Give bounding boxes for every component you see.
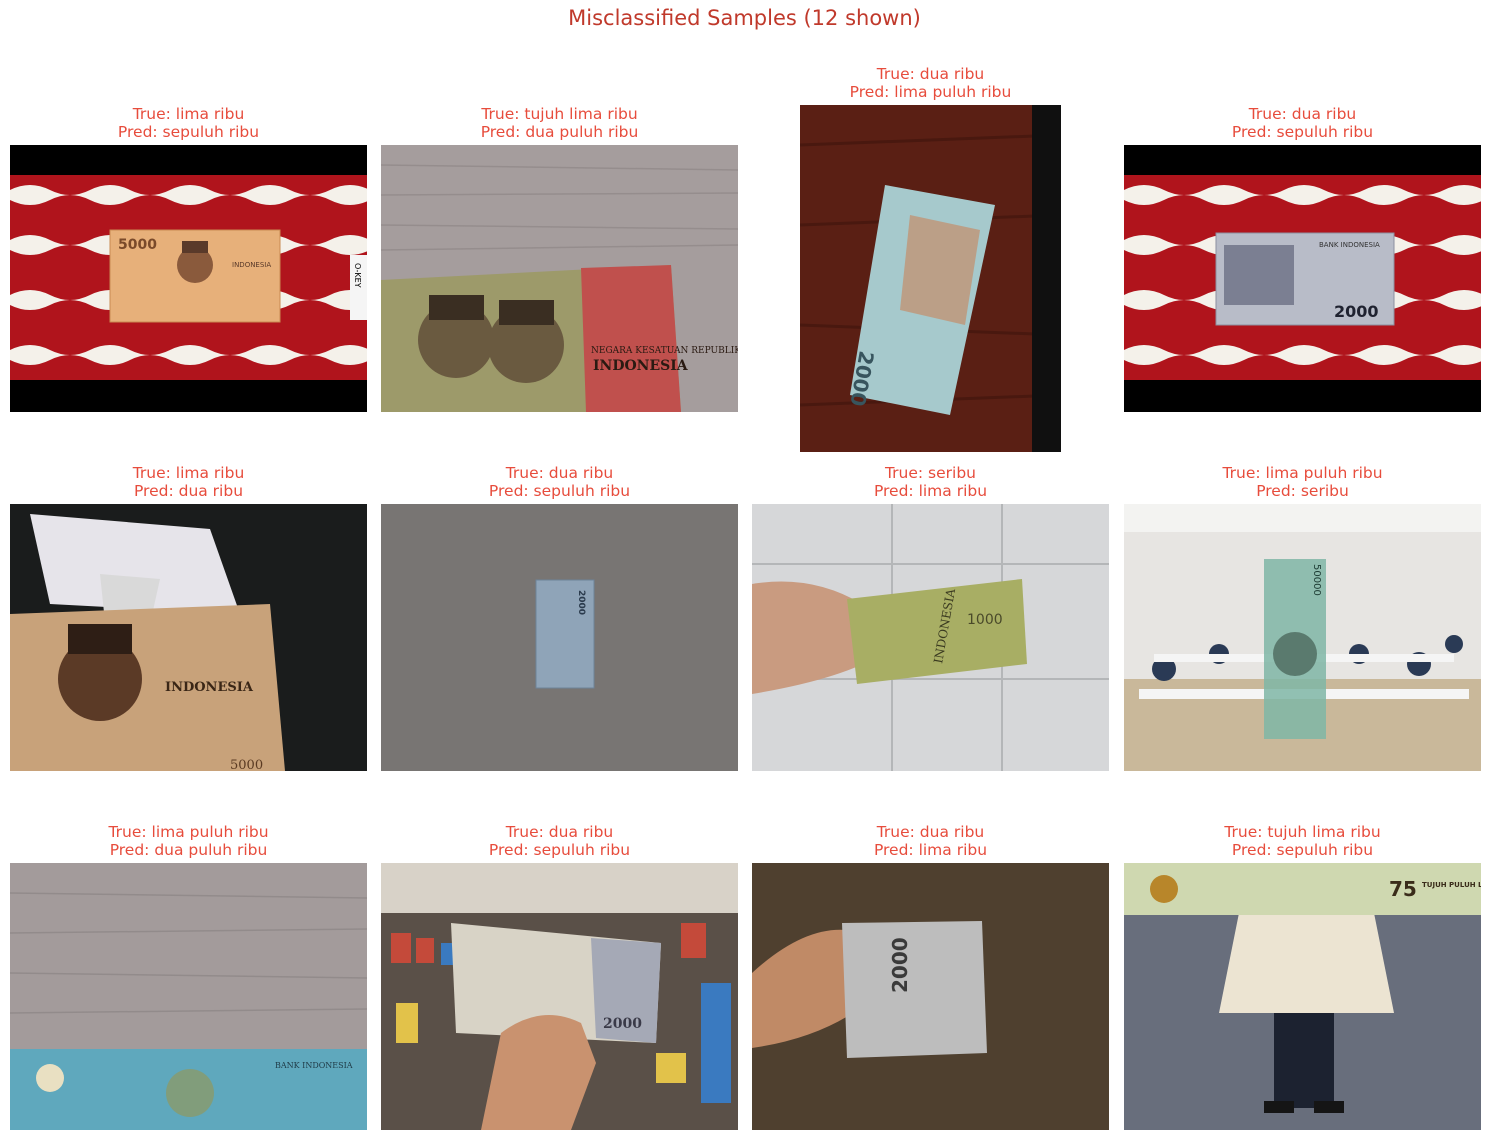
figure-title: Misclassified Samples (12 shown) xyxy=(568,6,921,30)
true-label: True: seribu xyxy=(884,464,977,482)
svg-text:2000: 2000 xyxy=(1334,302,1379,321)
sample-image-5000-batik: 5000 INDONESIA O-KEY xyxy=(10,145,367,412)
pred-label: Pred: sepuluh ribu xyxy=(1231,123,1374,141)
svg-text:INDONESIA: INDONESIA xyxy=(165,680,254,695)
svg-text:INDONESIA: INDONESIA xyxy=(593,358,689,374)
true-label: True: lima puluh ribu xyxy=(108,823,269,841)
sample-image-5000-bag: INDONESIA 5000 xyxy=(10,504,367,771)
sample-title: True: dua ribu Pred: lima ribu xyxy=(752,823,1109,859)
sample-title: True: tujuh lima ribu Pred: dua puluh ri… xyxy=(381,105,738,141)
svg-text:TUJUH PULUH LIMA RIBU RUPIAH: TUJUH PULUH LIMA RIBU RUPIAH xyxy=(1422,881,1481,889)
pred-label: Pred: sepuluh ribu xyxy=(117,123,260,141)
true-label: True: dua ribu xyxy=(876,65,985,83)
svg-text:5000: 5000 xyxy=(118,237,157,253)
true-label: True: lima ribu xyxy=(132,464,245,482)
pred-label: Pred: seribu xyxy=(1256,482,1349,500)
sample-image-2000-batik: BANK INDONESIA 2000 xyxy=(1124,145,1481,412)
pred-label: Pred: lima ribu xyxy=(873,841,988,859)
true-label: True: dua ribu xyxy=(876,823,985,841)
sample-title: True: lima puluh ribu Pred: dua puluh ri… xyxy=(10,823,367,859)
true-label: True: dua ribu xyxy=(505,464,614,482)
sample-title: True: tujuh lima ribu Pred: sepuluh ribu xyxy=(1124,823,1481,859)
sample-title: True: dua ribu Pred: sepuluh ribu xyxy=(381,464,738,500)
sample-title: True: lima puluh ribu Pred: seribu xyxy=(1124,464,1481,500)
pred-label: Pred: dua puluh ribu xyxy=(109,841,268,859)
sample-image-75000-person: 75 TUJUH PULUH LIMA RIBU RUPIAH xyxy=(1124,863,1481,1130)
svg-text:1000: 1000 xyxy=(967,612,1003,628)
svg-text:2000: 2000 xyxy=(603,1016,642,1032)
sample-image-75000-closeup: NEGARA KESATUAN REPUBLIK INDONESIA xyxy=(381,145,738,412)
svg-text:BANK INDONESIA: BANK INDONESIA xyxy=(275,1061,353,1070)
sample-title: True: dua ribu Pred: lima puluh ribu xyxy=(752,65,1109,101)
pred-label: Pred: lima ribu xyxy=(873,482,988,500)
svg-text:O-KEY: O-KEY xyxy=(353,263,362,288)
true-label: True: dua ribu xyxy=(505,823,614,841)
sample-title: True: dua ribu Pred: sepuluh ribu xyxy=(381,823,738,859)
pred-label: Pred: sepuluh ribu xyxy=(488,841,631,859)
svg-text:2000: 2000 xyxy=(576,590,586,615)
svg-text:BANK INDONESIA: BANK INDONESIA xyxy=(1319,241,1380,249)
svg-text:INDONESIA: INDONESIA xyxy=(232,261,271,269)
svg-text:75: 75 xyxy=(1389,877,1417,901)
sample-image-2000-folded-hand: 2000 xyxy=(752,863,1109,1130)
pred-label: Pred: dua ribu xyxy=(133,482,244,500)
true-label: True: dua ribu xyxy=(1248,105,1357,123)
true-label: True: lima puluh ribu xyxy=(1222,464,1383,482)
sample-title: True: lima ribu Pred: dua ribu xyxy=(10,464,367,500)
sample-title: True: dua ribu Pred: sepuluh ribu xyxy=(1124,105,1481,141)
sample-image-1000-tiles: 1000 INDONESIA xyxy=(752,504,1109,771)
pred-label: Pred: sepuluh ribu xyxy=(1231,841,1374,859)
svg-text:2000: 2000 xyxy=(888,937,912,993)
pred-label: Pred: dua puluh ribu xyxy=(480,123,639,141)
sample-image-2000-carpet: 2000 xyxy=(381,504,738,771)
sample-image-2000-dark-wood: 2000 xyxy=(800,105,1061,452)
svg-text:5000: 5000 xyxy=(230,758,263,771)
true-label: True: lima ribu xyxy=(132,105,245,123)
sample-image-50000-wood: BANK INDONESIA xyxy=(10,863,367,1130)
pred-label: Pred: sepuluh ribu xyxy=(488,482,631,500)
svg-text:50000: 50000 xyxy=(1311,564,1322,596)
svg-text:NEGARA KESATUAN REPUBLIK: NEGARA KESATUAN REPUBLIK xyxy=(591,346,738,356)
sample-title: True: seribu Pred: lima ribu xyxy=(752,464,1109,500)
sample-title: True: lima ribu Pred: sepuluh ribu xyxy=(10,105,367,141)
sample-image-50000-classroom: 50000 xyxy=(1124,504,1481,771)
true-label: True: tujuh lima ribu xyxy=(481,105,638,123)
pred-label: Pred: lima puluh ribu xyxy=(849,83,1012,101)
true-label: True: tujuh lima ribu xyxy=(1224,823,1381,841)
sample-image-2000-store: 2000 xyxy=(381,863,738,1130)
